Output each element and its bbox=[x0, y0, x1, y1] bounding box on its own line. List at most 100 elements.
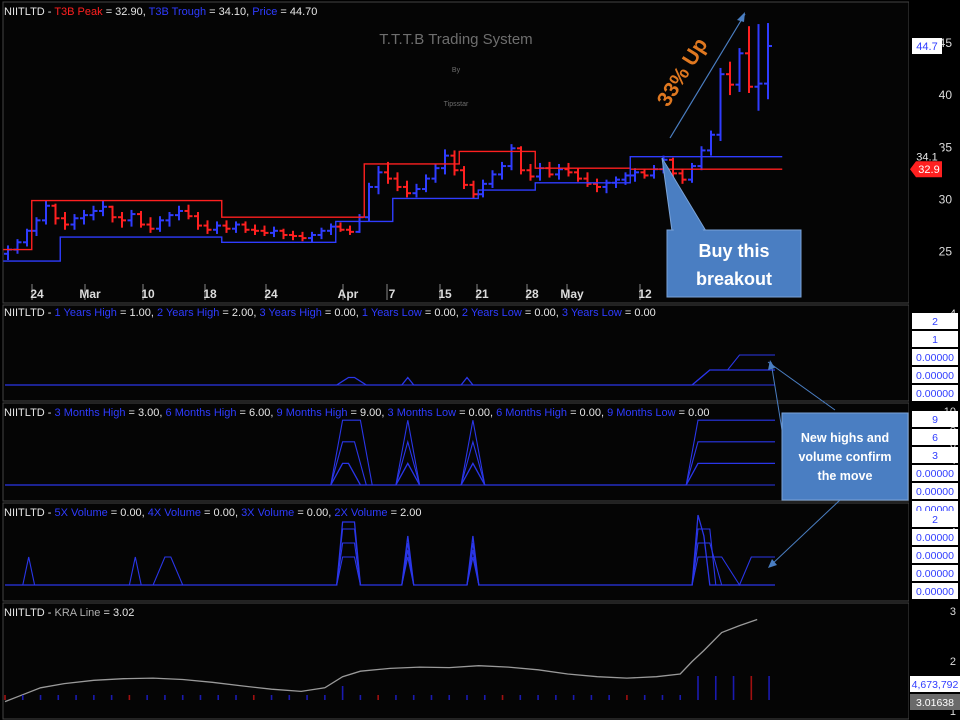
volume-header-part: = 0.00, bbox=[108, 507, 148, 519]
price-panel-header: NIITLTD - T3B Peak = 32.90, T3B Trough =… bbox=[4, 6, 317, 18]
years-header-part: NIITLTD bbox=[4, 307, 45, 319]
months-panel-header: NIITLTD - 3 Months High = 3.00, 6 Months… bbox=[4, 407, 710, 419]
kra-value-badge-text: 3.01638 bbox=[916, 697, 954, 709]
months-header-part: 3 Months Low bbox=[388, 407, 457, 419]
years-header-part: 1 Years Low bbox=[362, 307, 422, 319]
months-badge: 0.00000 bbox=[912, 465, 958, 481]
x-tick-label: 7 bbox=[389, 287, 396, 301]
months-badge: 3 bbox=[912, 447, 958, 463]
months-badge-text: 9 bbox=[932, 414, 938, 426]
months-header-part: 9 Months Low bbox=[607, 407, 676, 419]
volume-badge-text: 0.00000 bbox=[916, 586, 954, 598]
kra-header-part: - bbox=[45, 607, 55, 619]
months-badge-text: 3 bbox=[932, 450, 938, 462]
x-tick-label: May bbox=[560, 287, 584, 301]
volume-header-part: NIITLTD bbox=[4, 507, 45, 519]
years-badge-text: 1 bbox=[932, 334, 938, 346]
chart-stage: NIITLTD - T3B Peak = 32.90, T3B Trough =… bbox=[2, 0, 960, 720]
months-badge: 9 bbox=[912, 411, 958, 427]
months-header-part: = 0.00, bbox=[456, 407, 496, 419]
x-tick-label: Apr bbox=[338, 287, 359, 301]
months-header-part: NIITLTD bbox=[4, 407, 45, 419]
volume-badge-text: 0.00000 bbox=[916, 550, 954, 562]
months-header-part: = 3.00, bbox=[125, 407, 165, 419]
volume-header-part: 4X Volume bbox=[148, 507, 201, 519]
volume-header-part: = 0.00, bbox=[294, 507, 334, 519]
volume-header-part: 3X Volume bbox=[241, 507, 294, 519]
months-header-part: 3 Months High bbox=[55, 407, 126, 419]
years-panel-header: NIITLTD - 1 Years High = 1.00, 2 Years H… bbox=[4, 307, 656, 319]
years-badge-text: 0.00000 bbox=[916, 388, 954, 400]
kra-volume-badge-text: 4,673,792 bbox=[912, 679, 959, 691]
x-tick-label: 18 bbox=[203, 287, 217, 301]
years-badge: 0.00000 bbox=[912, 385, 958, 401]
watermark-author: Tipsstar bbox=[444, 101, 469, 108]
years-badge: 0.00000 bbox=[912, 349, 958, 365]
watermark-by: By bbox=[452, 67, 461, 74]
price-header-part: = 34.10, bbox=[206, 6, 252, 18]
volume-header-part: 2X Volume bbox=[334, 507, 387, 519]
x-tick-label: Mar bbox=[79, 287, 101, 301]
confirm-callout-line-2: volume confirm bbox=[798, 450, 891, 464]
volume-badge: 0.00000 bbox=[912, 583, 958, 599]
kra-volume-badge: 4,673,792 bbox=[910, 676, 960, 692]
years-header-part: = 1.00, bbox=[117, 307, 157, 319]
confirm-callout-line-3: the move bbox=[818, 469, 873, 483]
last-price-badge-text: 44.7 bbox=[916, 41, 937, 53]
years-header-part: = 2.00, bbox=[219, 307, 259, 319]
volume-badge: 0.00000 bbox=[912, 565, 958, 581]
years-header-part: - bbox=[45, 307, 55, 319]
years-header-part: 1 Years High bbox=[55, 307, 117, 319]
kra-panel-header: NIITLTD - KRA Line = 3.02 bbox=[4, 607, 134, 619]
volume-header-part: = 0.00, bbox=[201, 507, 241, 519]
volume-badge: 0.00000 bbox=[912, 529, 958, 545]
years-panel-frame bbox=[2, 304, 910, 402]
years-header-part: 2 Years High bbox=[157, 307, 219, 319]
kra-header-part: KRA Line bbox=[55, 607, 101, 619]
volume-badge: 0.00000 bbox=[912, 547, 958, 563]
months-badge-text: 0.00000 bbox=[916, 486, 954, 498]
price-header-part: T3B Trough bbox=[149, 6, 206, 18]
peak-badge-text: 32.9 bbox=[918, 164, 939, 176]
price-y-tick-label: 25 bbox=[939, 245, 953, 259]
x-tick-label: 21 bbox=[475, 287, 489, 301]
kra-y-tick-label: 3 bbox=[950, 606, 956, 618]
volume-badge-text: 0.00000 bbox=[916, 532, 954, 544]
x-tick-label: 24 bbox=[30, 287, 44, 301]
months-badge-text: 6 bbox=[932, 432, 938, 444]
years-badge-text: 2 bbox=[932, 316, 938, 328]
volume-header-part: 5X Volume bbox=[55, 507, 108, 519]
buy-callout-line-2: breakout bbox=[696, 269, 772, 289]
confirm-callout-line-1: New highs and bbox=[801, 431, 889, 445]
years-header-part: = 0.00, bbox=[422, 307, 462, 319]
years-badge: 0.00000 bbox=[912, 367, 958, 383]
years-header-part: = 0.00 bbox=[622, 307, 656, 319]
months-header-part: 6 Months High bbox=[166, 407, 237, 419]
price-header-part: = 32.90, bbox=[103, 6, 149, 18]
price-y-tick-label: 40 bbox=[939, 88, 953, 102]
volume-badge-text: 0.00000 bbox=[916, 568, 954, 580]
price-header-part: Price bbox=[252, 6, 277, 18]
x-tick-label: 28 bbox=[525, 287, 539, 301]
years-badge: 2 bbox=[912, 313, 958, 329]
kra-header-part: = 3.02 bbox=[100, 607, 134, 619]
kra-y-tick-label: 2 bbox=[950, 656, 956, 668]
months-header-part: = 6.00, bbox=[236, 407, 276, 419]
months-header-part: = 0.00, bbox=[567, 407, 607, 419]
months-header-part: - bbox=[45, 407, 55, 419]
volume-badge-text: 2 bbox=[932, 514, 938, 526]
volume-header-part: - bbox=[45, 507, 55, 519]
price-header-part: T3B Peak bbox=[54, 6, 103, 18]
kra-header-part: NIITLTD bbox=[4, 607, 45, 619]
x-tick-label: 10 bbox=[141, 287, 155, 301]
buy-callout-line-1: Buy this bbox=[698, 241, 769, 261]
months-header-part: = 9.00, bbox=[347, 407, 387, 419]
months-header-part: 9 Months High bbox=[277, 407, 348, 419]
price-y-tick-label: 30 bbox=[939, 192, 953, 206]
months-badge: 0.00000 bbox=[912, 483, 958, 499]
price-header-part: = 44.70 bbox=[277, 6, 317, 18]
months-header-part: 6 Months High bbox=[496, 407, 567, 419]
watermark-title: T.T.T.B Trading System bbox=[379, 31, 532, 48]
years-badge-text: 0.00000 bbox=[916, 370, 954, 382]
x-tick-label: 12 bbox=[638, 287, 652, 301]
